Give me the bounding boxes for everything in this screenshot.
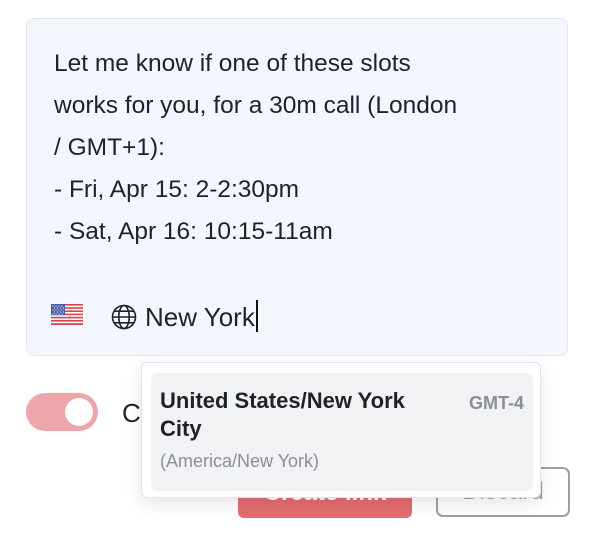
message-line: - Sat, Apr 16: 10:15-11am: [54, 218, 333, 245]
timezone-input-value: New York: [145, 302, 255, 332]
toggle-label: C: [122, 398, 141, 428]
message-line: Let me know if one of these slots: [54, 50, 411, 77]
globe-icon: [111, 304, 137, 330]
scheduling-panel: Let me know if one of these slots works …: [0, 0, 596, 544]
text-caret: [255, 300, 258, 332]
message-line: works for you, for a 30m call (London: [54, 92, 458, 119]
message-line: - Fri, Apr 15: 2-2:30pm: [54, 176, 300, 203]
us-flag-icon[interactable]: [51, 304, 83, 325]
message-text[interactable]: Let me know if one of these slots works …: [54, 43, 554, 253]
message-composer[interactable]: Let me know if one of these slots works …: [26, 18, 568, 356]
timezone-option-new-york[interactable]: United States/New York City (America/New…: [151, 373, 533, 491]
timezone-dropdown: United States/New York City (America/New…: [141, 362, 541, 498]
timezone-option-name: United States/New York City: [160, 388, 405, 441]
toggle-switch[interactable]: [26, 393, 98, 431]
timezone-option-iana: (America/New York): [160, 451, 320, 471]
timezone-search-input[interactable]: New York: [145, 298, 258, 336]
toggle-knob: [65, 398, 93, 426]
timezone-option-offset: GMT-4: [468, 393, 524, 413]
message-line: / GMT+1):: [54, 134, 165, 161]
